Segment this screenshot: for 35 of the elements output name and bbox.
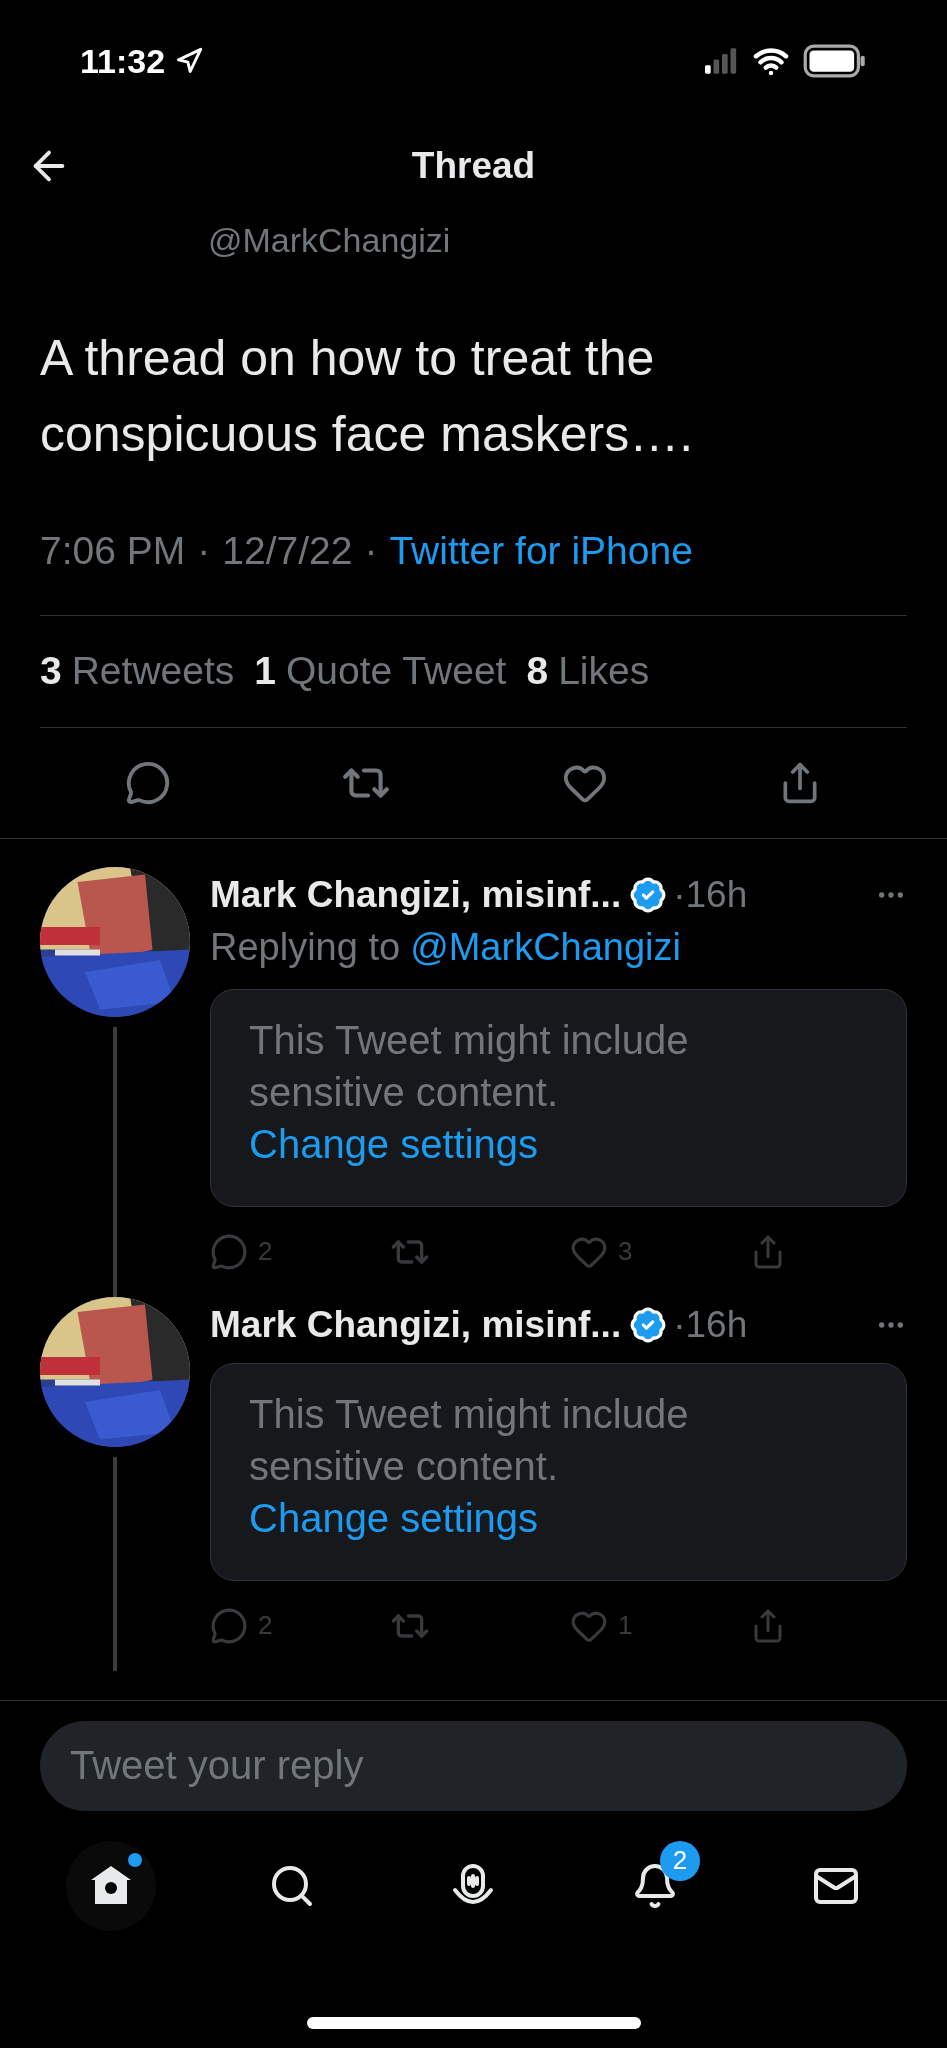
stat-count: 3	[40, 647, 62, 694]
battery-icon	[803, 44, 867, 78]
change-settings-link[interactable]: Change settings	[249, 1117, 539, 1170]
separator-dot: ·	[197, 528, 211, 574]
tweet-date: 12/7/22	[222, 528, 353, 574]
author-name: Mark Changizi, misinf...	[210, 1302, 622, 1347]
source-link[interactable]: Twitter for iPhone	[389, 522, 693, 581]
reply-input-field[interactable]: Tweet your reply	[40, 1720, 907, 1811]
reply-count: 2	[258, 1609, 273, 1642]
tweet-time: 7:06 PM	[40, 528, 186, 574]
stat-count: 8	[526, 647, 549, 694]
stat-label[interactable]: Likes	[558, 641, 650, 701]
page-title: Thread	[411, 144, 536, 189]
stat-count: 1	[254, 647, 276, 694]
signal-icon	[705, 48, 739, 74]
stat-label[interactable]: Quote Tweet	[286, 641, 507, 701]
tweet-age: ·16h	[673, 1302, 748, 1347]
location-arrow-icon	[175, 47, 204, 75]
tweet-age: ·16h	[673, 872, 748, 917]
separator-dot: ·	[364, 528, 378, 574]
author-name: Mark Changizi, misinf...	[210, 872, 622, 917]
reply-icon[interactable]	[125, 759, 172, 806]
replying-to-label: Replying to	[210, 924, 401, 970]
notification-count: 2	[659, 1840, 700, 1881]
like-count: 1	[618, 1609, 633, 1642]
sensitive-content-notice: This Tweet might include sensitive content.	[249, 1016, 690, 1116]
stat-label[interactable]: Retweets	[71, 641, 235, 701]
tweet-text: A thread on how to treat the conspicuous face maskers….	[40, 329, 695, 464]
sensitive-content-notice: This Tweet might include sensitive content.	[249, 1390, 690, 1490]
mention-link[interactable]: @MarkChangizi	[410, 918, 681, 975]
reply-count: 2	[258, 1235, 273, 1268]
clock-time: 11:32	[80, 40, 166, 82]
like-count: 3	[618, 1235, 633, 1268]
change-settings-link[interactable]: Change settings	[249, 1491, 539, 1544]
author-handle: @MarkChangizi	[207, 220, 452, 260]
